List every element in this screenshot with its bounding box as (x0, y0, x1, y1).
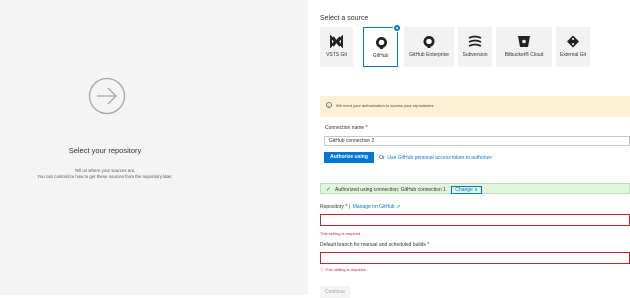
tile-vsts-git[interactable]: VSTS Git (320, 27, 353, 67)
change-connection-button[interactable]: Change ∨ (451, 185, 482, 194)
left-subtitle-line2: You can customize how to get these sourc… (37, 174, 173, 179)
repository-error: This setting is required. (320, 231, 362, 236)
authorize-oauth-button[interactable]: Authorize using OAuth (324, 152, 374, 171)
manage-on-github-link[interactable]: Manage on GitHub (353, 204, 395, 210)
repository-input[interactable] (320, 214, 630, 226)
vsts-git-icon (330, 35, 343, 48)
default-branch-label: Default branch for manual and scheduled … (320, 242, 430, 248)
default-branch-input[interactable] (320, 252, 630, 264)
connection-name-label: Connection name * (325, 125, 368, 131)
repository-label: Repository * | (320, 204, 350, 210)
info-icon: i (326, 102, 332, 108)
connection-name-input[interactable]: GitHub connection 2 (324, 136, 630, 146)
tile-label: Bitbucket® Cloud (504, 52, 544, 58)
authorized-text: Authorized using connection: GitHub conn… (335, 186, 446, 193)
tile-bitbucket-cloud[interactable]: Bitbucket® Cloud (496, 27, 552, 67)
or-token-row: Or Use GitHub personal access token to a… (379, 155, 492, 161)
select-repository-title: Select your repository (68, 146, 142, 155)
tile-label: GitHub (372, 53, 389, 59)
branch-error: This setting is required. (325, 267, 367, 272)
tile-subversion[interactable]: Subversion (458, 27, 492, 67)
authorization-warning: i We need your authorization to access y… (320, 96, 630, 117)
branch-error-row: ⓘ This setting is required. (320, 267, 366, 273)
continue-button[interactable]: Continue (320, 286, 350, 298)
tile-label: VSTS Git (326, 52, 347, 58)
github-enterprise-icon (423, 36, 435, 48)
external-link-icon: ⇗ (396, 204, 401, 210)
chevron-down-icon: ∨ (474, 186, 478, 193)
change-label: Change (455, 186, 473, 193)
tile-github-enterprise[interactable]: GitHub Enterprise (404, 27, 454, 67)
authorized-text-row: Authorized using connection: GitHub conn… (335, 185, 482, 194)
external-git-icon (567, 35, 579, 48)
left-subtitle-line1: Tell us where your sources are. (74, 168, 136, 173)
bitbucket-icon (518, 36, 530, 47)
tile-label: GitHub Enterprise (409, 52, 449, 58)
subversion-icon (468, 35, 482, 47)
tile-label: External Git (559, 52, 587, 58)
repository-label-row: Repository * | Manage on GitHub ⇗ (320, 204, 400, 210)
or-label: Or (379, 155, 385, 161)
github-icon (376, 37, 387, 49)
source-tiles: VSTS Git GitHub GitHub Enterprise Subver… (320, 24, 630, 68)
left-panel: Select your repository Tell us where you… (0, 0, 308, 295)
tile-github[interactable]: GitHub (363, 24, 401, 67)
warning-text: We need your authorization to access you… (336, 103, 434, 108)
error-icon: ⓘ (320, 267, 324, 272)
tile-external-git[interactable]: External Git (556, 27, 590, 67)
checkmark-icon: ✓ (326, 187, 332, 193)
personal-token-link[interactable]: Use GitHub personal access token to auth… (387, 155, 492, 161)
tile-label: Subversion (462, 52, 488, 58)
selected-check-icon (393, 24, 401, 32)
arrow-right-circle-icon (88, 77, 126, 115)
authorized-bar: ✓ Authorized using connection: GitHub co… (320, 183, 630, 194)
select-source-heading: Select a source (320, 15, 369, 22)
